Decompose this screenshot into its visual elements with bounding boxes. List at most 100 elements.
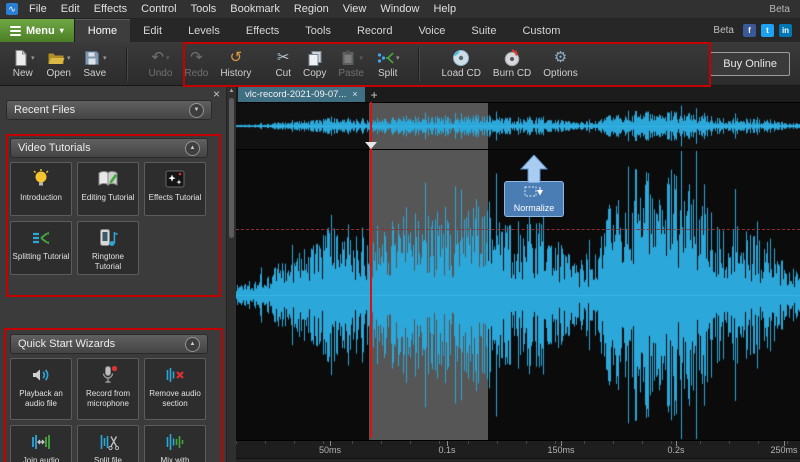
options-button[interactable]: ⚙ Options <box>538 47 582 80</box>
load-cd-button[interactable]: Load CD <box>436 47 485 80</box>
linkedin-icon[interactable]: in <box>779 24 792 37</box>
waveform-overview[interactable] <box>236 103 800 150</box>
playback-speaker-icon <box>30 363 52 387</box>
open-folder-icon <box>47 49 65 67</box>
tab-suite[interactable]: Suite <box>458 19 509 42</box>
copy-pages-icon <box>306 49 324 67</box>
paste-button[interactable]: ▾ Paste <box>333 47 369 80</box>
split-file-icon <box>97 430 119 454</box>
tab-custom[interactable]: Custom <box>509 19 573 42</box>
menu-help[interactable]: Help <box>426 1 463 17</box>
overview-waveform-canvas[interactable] <box>236 103 800 149</box>
horizontal-scrollbar[interactable] <box>236 458 800 462</box>
new-button[interactable]: ▾ New <box>6 47 40 80</box>
tile-ringtone-tutorial[interactable]: Ringtone Tutorial <box>77 221 139 275</box>
tab-edit[interactable]: Edit <box>130 19 175 42</box>
chevron-down-icon[interactable]: ▾ <box>166 54 170 62</box>
menu-control[interactable]: Control <box>134 1 183 17</box>
timeline-tick: 0.1s <box>425 441 469 455</box>
playback-cursor <box>370 102 372 438</box>
normalize-button[interactable]: Normalize <box>504 181 564 217</box>
chevron-down-icon[interactable]: ▾ <box>31 54 35 62</box>
tab-voice[interactable]: Voice <box>405 19 458 42</box>
open-button[interactable]: ▾ Open <box>42 47 76 80</box>
menu-bookmark[interactable]: Bookmark <box>223 1 287 17</box>
document-tab-title: vlc-record-2021-09-07... <box>245 88 347 100</box>
tab-tools[interactable]: Tools <box>292 19 344 42</box>
video-tutorials-header[interactable]: Video Tutorials ▲ <box>10 138 208 158</box>
chevron-down-icon[interactable]: ▾ <box>103 54 107 62</box>
tile-mix-with[interactable]: Mix with <box>144 425 206 462</box>
copy-button[interactable]: Copy <box>298 47 331 80</box>
tile-split-file[interactable]: Split file <box>77 425 139 462</box>
tab-home[interactable]: Home <box>74 19 131 42</box>
new-tab-button[interactable]: + <box>365 88 384 102</box>
chevron-down-icon[interactable]: ▾ <box>396 54 400 62</box>
cut-button[interactable]: ✂ Cut <box>270 47 296 80</box>
hamburger-icon <box>10 24 21 38</box>
close-icon[interactable]: × <box>213 88 220 100</box>
save-button[interactable]: ▾ Save <box>78 47 112 80</box>
sidebar-scrollbar[interactable]: ▲ <box>226 86 236 462</box>
tab-effects[interactable]: Effects <box>233 19 292 42</box>
toolbar-separator <box>418 46 421 81</box>
twitter-icon[interactable]: t <box>761 24 774 37</box>
join-audio-icon <box>30 430 52 454</box>
ribbon-tabbar: Menu ▾ Home Edit Levels Effects Tools Re… <box>0 19 800 42</box>
timeline-tick: 150ms <box>539 441 583 455</box>
paste-clipboard-icon <box>339 49 357 67</box>
split-button[interactable]: ▾ Split <box>371 47 405 80</box>
tile-editing-tutorial[interactable]: Editing Tutorial <box>77 162 139 216</box>
tile-join-audio[interactable]: Join audio <box>10 425 72 462</box>
new-document-icon <box>11 49 29 67</box>
cut-scissors-icon: ✂ <box>276 48 290 66</box>
tile-remove-audio-section[interactable]: Remove audio section <box>144 358 206 420</box>
beta-label: Beta <box>769 3 790 15</box>
split-icon <box>376 49 394 67</box>
menu-effects[interactable]: Effects <box>87 1 134 17</box>
recent-files-header[interactable]: Recent Files ▼ <box>6 100 212 120</box>
document-tab[interactable]: vlc-record-2021-09-07... × <box>238 86 365 102</box>
editor-area: vlc-record-2021-09-07... × + Normalize 5… <box>236 86 800 462</box>
menu-view[interactable]: View <box>336 1 374 17</box>
playhead-marker[interactable] <box>365 142 377 149</box>
lightbulb-icon <box>30 167 52 191</box>
menu-tools[interactable]: Tools <box>184 1 224 17</box>
chevron-down-icon[interactable]: ▾ <box>67 54 71 62</box>
tile-playback-audio-file[interactable]: Playback an audio file <box>10 358 72 420</box>
tile-introduction[interactable]: Introduction <box>10 162 72 216</box>
redo-button[interactable]: ↷ Redo <box>179 47 213 80</box>
tile-splitting-tutorial[interactable]: Splitting Tutorial <box>10 221 72 275</box>
beta-label: Beta <box>713 25 734 36</box>
scrollbar-thumb[interactable] <box>229 98 234 238</box>
chevron-up-icon[interactable]: ▲ <box>185 336 200 352</box>
timeline-ruler[interactable]: 50ms 0.1s 150ms 0.2s 250ms <box>236 440 800 458</box>
normalize-widget[interactable]: Normalize <box>502 155 566 217</box>
history-button[interactable]: ↺ History <box>215 47 256 80</box>
chevron-down-icon[interactable]: ▼ <box>189 102 204 118</box>
close-icon[interactable]: × <box>352 89 357 99</box>
tab-record[interactable]: Record <box>344 19 405 42</box>
menu-edit[interactable]: Edit <box>54 1 87 17</box>
tile-effects-tutorial[interactable]: Effects Tutorial <box>144 162 206 216</box>
menu-file[interactable]: File <box>22 1 54 17</box>
chevron-up-icon[interactable]: ▲ <box>185 140 200 156</box>
wavepad-window: ∿ File Edit Effects Control Tools Bookma… <box>0 0 800 462</box>
toolbar-separator <box>125 46 128 81</box>
tile-record-from-microphone[interactable]: Record from microphone <box>77 358 139 420</box>
menubar: ∿ File Edit Effects Control Tools Bookma… <box>0 0 800 19</box>
facebook-icon[interactable]: f <box>743 24 756 37</box>
menu-region[interactable]: Region <box>287 1 336 17</box>
buy-online-button[interactable]: Buy Online <box>710 51 790 76</box>
options-gear-icon: ⚙ <box>553 48 568 66</box>
undo-button[interactable]: ↶ ▾ Undo <box>144 47 178 80</box>
effects-sparkle-icon <box>164 167 186 191</box>
chevron-down-icon[interactable]: ▾ <box>359 54 363 62</box>
waveform-view[interactable]: Normalize <box>236 150 800 440</box>
tab-levels[interactable]: Levels <box>175 19 233 42</box>
scroll-up-icon[interactable]: ▲ <box>227 86 236 94</box>
quick-start-wizards-header[interactable]: Quick Start Wizards ▲ <box>10 334 208 354</box>
burn-cd-button[interactable]: Burn CD <box>488 47 536 80</box>
menu-window[interactable]: Window <box>373 1 426 17</box>
ribbon-menu-button[interactable]: Menu ▾ <box>0 19 75 42</box>
